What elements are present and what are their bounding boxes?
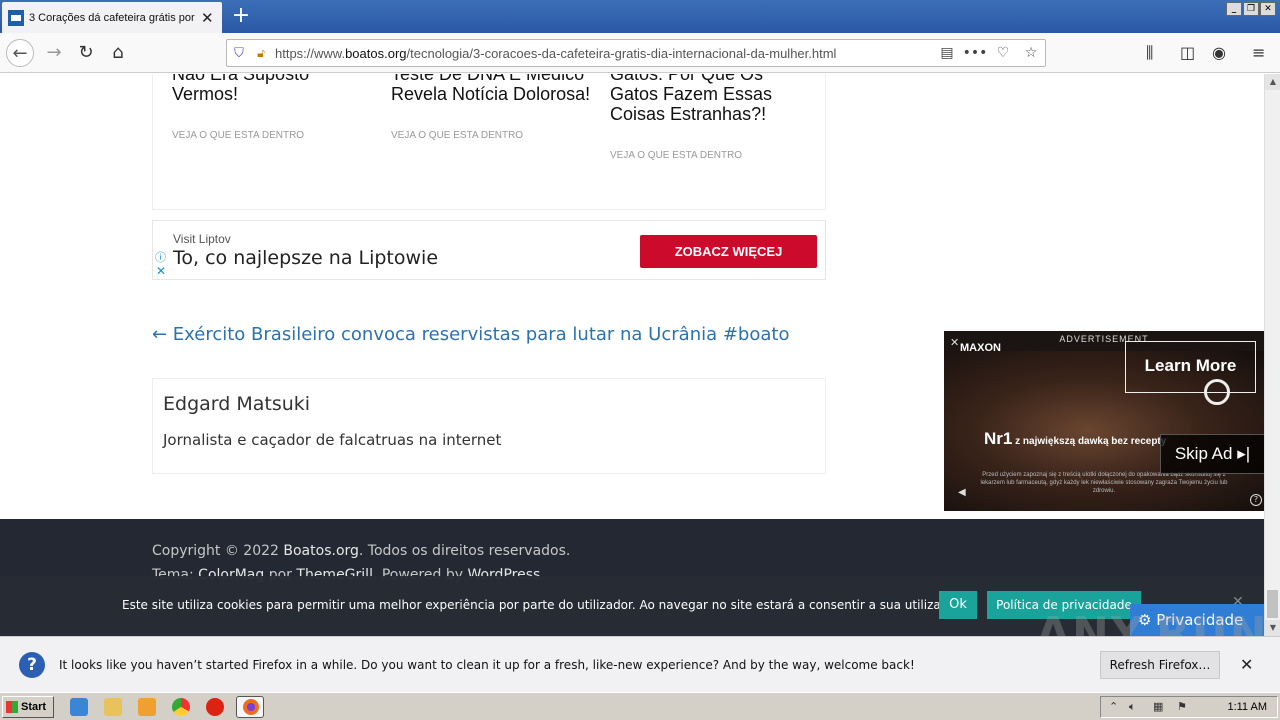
lock-warning-icon[interactable]: 🔓︎ (251, 46, 271, 61)
address-bar[interactable]: ⛉ 🔓︎ https://www.boatos.org/tecnologia/3… (226, 39, 1046, 67)
reload-icon[interactable]: ↻ (72, 39, 100, 67)
minimize-icon[interactable]: _ (1226, 2, 1242, 16)
video-ad-close-icon[interactable]: ✕ (950, 336, 959, 349)
tab-close-icon[interactable]: ✕ (201, 9, 214, 27)
window-controls: _ ❐ ✕ (1226, 2, 1276, 16)
forward-icon[interactable]: → (40, 39, 68, 67)
volume-icon[interactable]: ◀︎ (958, 487, 966, 498)
related-title[interactable]: Teste De DNA E Médico Revela Notícia Dol… (391, 74, 591, 104)
library-icon[interactable]: ⫼ (1146, 43, 1153, 63)
media-player-icon[interactable] (138, 698, 156, 716)
ie-icon[interactable] (70, 698, 88, 716)
opera-icon[interactable] (206, 698, 224, 716)
menu-icon[interactable]: ≡ (1252, 43, 1265, 62)
ad-close-icon[interactable]: ✕ (156, 264, 166, 278)
notification-close-icon[interactable]: ✕ (1240, 655, 1253, 674)
system-tray: ⌃ 🔈︎ ▦ ⚑ 1:11 AM (1100, 696, 1278, 718)
chrome-icon[interactable] (172, 698, 190, 716)
firefox-notification-bar: ? It looks like you haven’t started Fire… (0, 636, 1280, 692)
previous-post-link[interactable]: ← Exército Brasileiro convoca reservista… (152, 324, 789, 345)
url-text[interactable]: https://www.boatos.org/tecnologia/3-cora… (275, 46, 915, 61)
tab-title: 3 Corações dá cafeteira grátis por (29, 11, 195, 24)
ad-brand: Visit Liptov (173, 232, 231, 246)
ad-info-icon[interactable]: ⓘ (155, 249, 166, 265)
network-icon[interactable]: ▦ (1153, 700, 1163, 713)
ad-cta-button[interactable]: ZOBACZ WIĘCEJ (640, 235, 817, 268)
site-link[interactable]: Boatos.org (283, 543, 359, 559)
firefox-icon (243, 699, 259, 715)
explorer-icon[interactable] (104, 698, 122, 716)
refresh-firefox-button[interactable]: Refresh Firefox… (1100, 651, 1220, 679)
learn-more-button[interactable]: Learn More (1125, 341, 1256, 393)
tracking-shield-icon[interactable]: ⛉ (227, 46, 251, 61)
title-bar: 3 Corações dá cafeteira grátis por ✕ + _… (0, 0, 1280, 33)
pocket-icon[interactable]: ♡ (989, 45, 1017, 61)
site-favicon-icon (8, 9, 24, 26)
video-ad-headline: Nr1 z największą dawką bez recepty (984, 429, 1167, 448)
scroll-up-icon[interactable]: ▲ (1265, 74, 1280, 90)
video-ad-disclaimer: Przed użyciem zapoznaj się z treścią ulo… (980, 472, 1228, 494)
speaker-icon[interactable]: 🔈︎ (1129, 700, 1136, 714)
related-item[interactable]: Gatos: Por Que Os Gatos Fazem Essas Cois… (610, 74, 810, 161)
flag-icon[interactable]: ⚑ (1177, 700, 1187, 713)
related-title[interactable]: Não Era Suposto Vermos! (172, 74, 372, 104)
cookie-ok-button[interactable]: Ok (939, 591, 977, 619)
ad-logo: MAXON (960, 342, 1001, 354)
author-box: Edgard Matsuki Jornalista e caçador de f… (152, 378, 826, 474)
tray-expand-icon[interactable]: ⌃ (1109, 700, 1118, 713)
author-bio: Jornalista e caçador de falcatruas na in… (163, 431, 502, 449)
scrollbar-thumb[interactable] (1267, 590, 1278, 618)
page-scrollbar[interactable]: ▲ ▼ (1264, 74, 1280, 636)
question-icon: ? (19, 652, 45, 678)
related-link[interactable]: VEJA O QUE ESTA DENTRO (391, 130, 591, 141)
close-window-icon[interactable]: ✕ (1260, 2, 1276, 16)
banner-ad[interactable]: ⓘ ✕ Visit Liptov To, co najlepsze na Lip… (152, 220, 826, 280)
related-title[interactable]: Gatos: Por Que Os Gatos Fazem Essas Cois… (610, 74, 810, 124)
back-icon[interactable]: ← (6, 39, 34, 67)
firefox-taskbar-button[interactable] (236, 696, 264, 718)
author-name: Edgard Matsuki (163, 393, 311, 415)
related-link[interactable]: VEJA O QUE ESTA DENTRO (610, 150, 810, 161)
start-button[interactable]: Start (2, 696, 54, 718)
related-posts: Não Era Suposto Vermos! VEJA O QUE ESTA … (152, 74, 826, 210)
restore-icon[interactable]: ❐ (1243, 2, 1259, 16)
copyright-text: Copyright © 2022 Boatos.org. Todos os di… (152, 543, 571, 559)
clock[interactable]: 1:11 AM (1227, 701, 1267, 713)
reader-view-icon[interactable]: ▤ (933, 45, 961, 61)
home-icon[interactable]: ⌂ (104, 39, 132, 67)
browser-tab[interactable]: 3 Corações dá cafeteira grátis por ✕ (2, 2, 222, 33)
account-icon[interactable]: ◉ (1212, 43, 1226, 62)
help-icon[interactable]: ? (1250, 494, 1262, 506)
video-ad[interactable]: ADVERTISEMENT ✕ MAXON Learn More Nr1 z n… (944, 331, 1264, 511)
page-actions-icon[interactable]: ••• (961, 45, 989, 61)
ad-headline[interactable]: To, co najlepsze na Liptowie (173, 247, 438, 269)
cookie-message: Este site utiliza cookies para permitir … (122, 598, 966, 612)
related-item[interactable]: Não Era Suposto Vermos! VEJA O QUE ESTA … (172, 74, 372, 141)
related-item[interactable]: Teste De DNA E Médico Revela Notícia Dol… (391, 74, 591, 141)
notification-text: It looks like you haven’t started Firefo… (59, 658, 915, 672)
new-tab-icon[interactable]: + (230, 3, 252, 29)
related-link[interactable]: VEJA O QUE ESTA DENTRO (172, 130, 372, 141)
skip-ad-button[interactable]: Skip Ad ▸| (1160, 434, 1264, 474)
taskbar: Start ⌃ 🔈︎ ▦ ⚑ 1:11 AM (0, 692, 1280, 720)
sidebar-icon[interactable]: ◫ (1180, 43, 1195, 62)
navigation-toolbar: ← → ↻ ⌂ ⛉ 🔓︎ https://www.boatos.org/tecn… (0, 33, 1280, 73)
bookmark-star-icon[interactable]: ☆ (1017, 45, 1045, 61)
